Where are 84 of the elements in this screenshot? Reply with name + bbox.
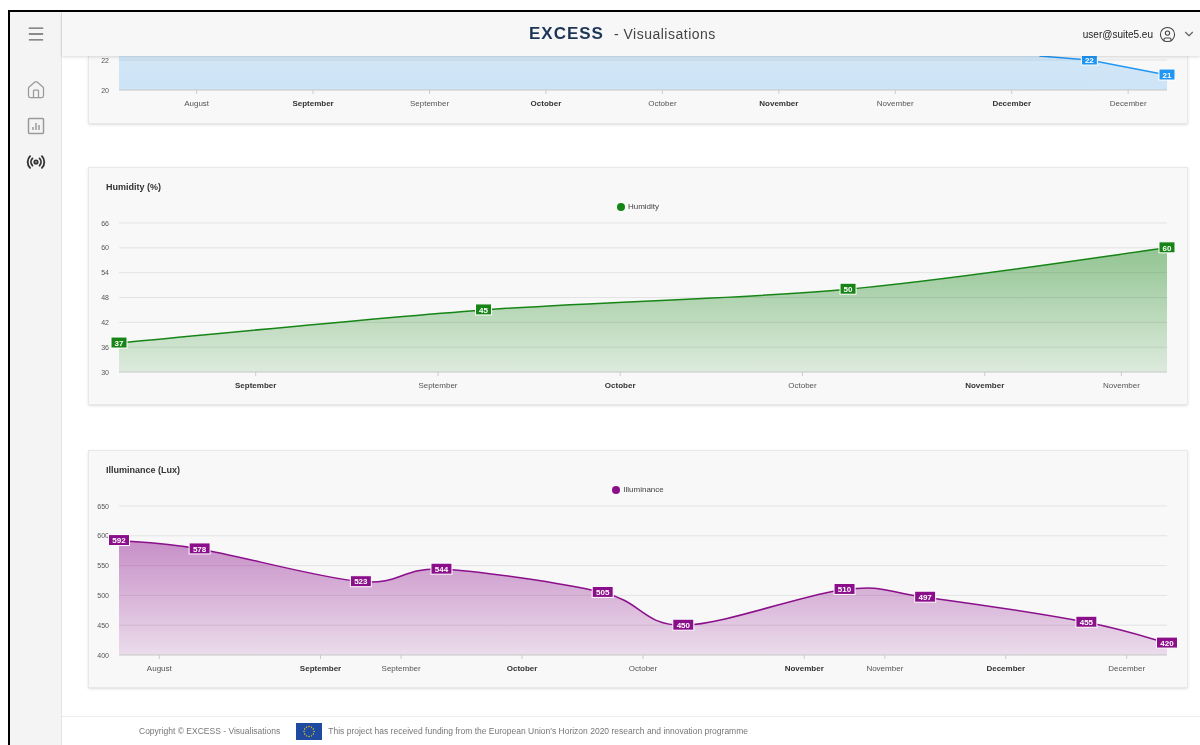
data-label: 578 xyxy=(188,542,211,555)
eu-flag-icon xyxy=(296,722,323,740)
x-tick-label: November xyxy=(876,98,914,110)
data-label: 50 xyxy=(839,282,857,295)
user-icon[interactable] xyxy=(1159,25,1176,43)
tick-mark xyxy=(1120,371,1122,377)
tick-mark xyxy=(196,89,198,95)
tick-mark xyxy=(429,89,430,95)
chart-title: Illuminance (Lux) xyxy=(106,464,180,477)
x-tick-label: November xyxy=(1102,380,1140,392)
legend-label[interactable]: Illuminance xyxy=(623,484,664,496)
data-label: 450 xyxy=(676,621,691,630)
data-label: 497 xyxy=(914,590,937,603)
data-label: 21 xyxy=(1162,70,1172,80)
x-tick-label: December xyxy=(986,663,1026,675)
x-tick-label: September xyxy=(235,380,277,392)
data-label: 21 xyxy=(1158,68,1176,81)
data-label: 450 xyxy=(672,618,695,631)
x-tick-label: October xyxy=(628,663,658,675)
data-label: 37 xyxy=(110,336,128,349)
broadcast-icon[interactable] xyxy=(25,152,46,172)
data-label: 420 xyxy=(1160,638,1175,648)
x-tick-label: November xyxy=(866,663,904,675)
x-tick-label: November xyxy=(965,380,1005,392)
x-tick-label: December xyxy=(1108,663,1146,675)
x-tick-label: December xyxy=(1109,98,1147,110)
data-label: 544 xyxy=(430,562,453,575)
data-label: 455 xyxy=(1075,615,1098,628)
legend-label[interactable]: Humidity xyxy=(627,201,660,213)
data-label: 497 xyxy=(918,592,933,602)
x-tick-label: September xyxy=(418,380,458,392)
x-tick-label: October xyxy=(648,98,677,110)
data-label: 592 xyxy=(112,536,127,546)
x-tick-label: October xyxy=(530,98,562,110)
data-label: 523 xyxy=(354,577,369,587)
tick-mark xyxy=(320,654,322,660)
data-label: 510 xyxy=(833,582,856,595)
home-icon[interactable] xyxy=(25,80,46,100)
x-tick-label: August xyxy=(184,98,210,110)
x-tick-label: November xyxy=(784,663,824,675)
data-label: 592 xyxy=(108,534,130,547)
tick-mark xyxy=(255,371,257,377)
chart-title: Humidity (%) xyxy=(106,181,161,194)
data-label: 60 xyxy=(1162,243,1172,253)
tick-mark xyxy=(803,654,805,660)
tick-mark xyxy=(661,89,663,95)
data-label: 22 xyxy=(1080,56,1098,66)
data-label: 544 xyxy=(434,564,449,574)
x-tick-label: October xyxy=(506,663,538,675)
tick-mark xyxy=(802,371,803,377)
tick-mark xyxy=(1011,89,1013,95)
x-tick-label: October xyxy=(788,380,817,392)
x-tick-label: September xyxy=(292,98,334,110)
copyright-text: Copyright © EXCESS - Visualisations xyxy=(139,724,281,738)
data-label: 420 xyxy=(1156,636,1178,649)
data-label: 505 xyxy=(591,585,614,598)
user-email[interactable]: user@suite5.eu xyxy=(1082,26,1153,42)
chart-icon[interactable] xyxy=(25,116,46,136)
tick-mark xyxy=(158,654,160,660)
data-label: 45 xyxy=(475,303,492,316)
tick-mark xyxy=(1126,654,1128,660)
logo: EXCESS xyxy=(528,23,604,46)
data-label: 523 xyxy=(349,575,372,588)
data-label: 510 xyxy=(837,585,852,595)
tick-mark xyxy=(894,89,896,95)
data-label: 578 xyxy=(192,544,207,554)
x-tick-label: August xyxy=(146,663,172,675)
x-tick-label: November xyxy=(759,98,799,110)
x-tick-label: October xyxy=(604,380,636,392)
data-label: 45 xyxy=(479,305,489,315)
funding-text: This project has received funding from the European Union's Horizon 2020 research and innovation programme xyxy=(328,724,748,738)
data-label: 60 xyxy=(1158,241,1176,254)
app-title: - Visualisations xyxy=(613,24,716,44)
x-tick-label: September xyxy=(381,663,421,675)
data-label: 455 xyxy=(1079,618,1094,628)
data-label: 22 xyxy=(1084,55,1095,65)
data-label: 37 xyxy=(114,338,124,348)
x-tick-label: September xyxy=(299,663,342,675)
data-label: 505 xyxy=(596,588,610,598)
tick-mark xyxy=(1005,654,1007,660)
data-label: 50 xyxy=(843,285,854,295)
x-tick-label: December xyxy=(992,98,1032,110)
tick-mark xyxy=(984,371,986,377)
x-tick-label: September xyxy=(409,98,450,110)
